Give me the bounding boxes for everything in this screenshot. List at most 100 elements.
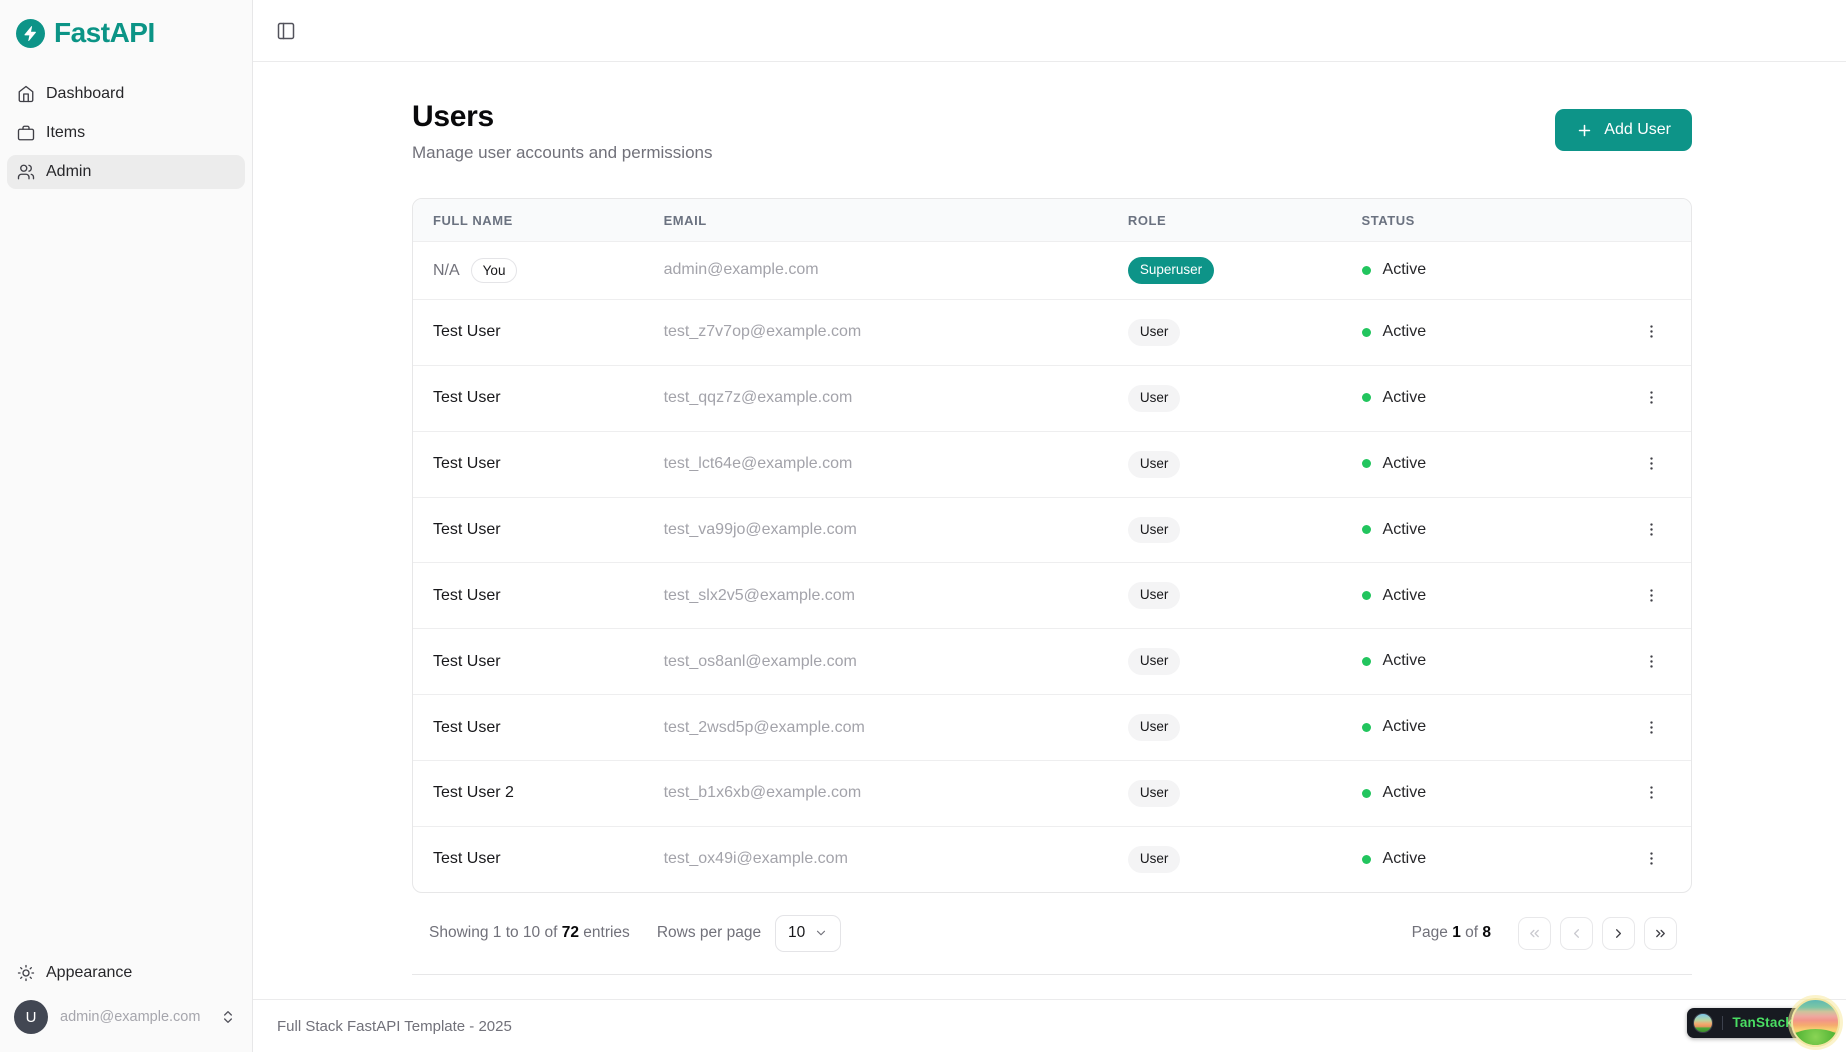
app-title: FastAPI xyxy=(54,17,155,49)
user-email-cell: test_qqz7z@example.com xyxy=(644,365,1108,431)
status-dot-icon xyxy=(1362,525,1371,534)
row-menu-button[interactable] xyxy=(1639,649,1664,674)
row-menu-button[interactable] xyxy=(1639,846,1664,871)
tanstack-label: TanStack xyxy=(1732,1015,1793,1030)
sidebar-item-items[interactable]: Items xyxy=(7,116,245,150)
chevron-left-icon xyxy=(1569,926,1584,941)
app-root: FastAPI Dashboard Items Admin Appearance xyxy=(0,0,1846,1052)
sidebar-item-dashboard[interactable]: Dashboard xyxy=(7,77,245,111)
row-menu-button[interactable] xyxy=(1639,385,1664,410)
dots-vertical-icon xyxy=(1643,521,1660,538)
table-row: Test Usertest_va99jo@example.comUserActi… xyxy=(413,497,1691,563)
you-badge: You xyxy=(471,258,518,284)
footer-text: Full Stack FastAPI Template - 2025 xyxy=(277,1018,512,1035)
chevrons-left-icon xyxy=(1527,926,1542,941)
user-name: Test User xyxy=(433,719,501,736)
role-badge: Superuser xyxy=(1128,257,1214,284)
divider xyxy=(1722,1016,1723,1030)
last-page-button[interactable] xyxy=(1644,917,1677,950)
row-menu-button[interactable] xyxy=(1639,583,1664,608)
appearance-toggle[interactable]: Appearance xyxy=(7,956,245,990)
row-menu-button[interactable] xyxy=(1639,451,1664,476)
showing-entries-text: Showing 1 to 10 of 72 entries xyxy=(429,924,630,942)
table-row: Test Usertest_2wsd5p@example.comUserActi… xyxy=(413,695,1691,761)
user-name: Test User xyxy=(433,850,501,867)
fastapi-logo-icon xyxy=(16,19,45,48)
dots-vertical-icon xyxy=(1643,784,1660,801)
table-row: Test User 2test_b1x6xb@example.comUserAc… xyxy=(413,761,1691,827)
row-menu-button[interactable] xyxy=(1639,780,1664,805)
previous-page-button[interactable] xyxy=(1560,917,1593,950)
tanstack-logo-button[interactable] xyxy=(1791,998,1840,1047)
next-page-button[interactable] xyxy=(1602,917,1635,950)
user-email-cell: test_lct64e@example.com xyxy=(644,431,1108,497)
dots-vertical-icon xyxy=(1643,455,1660,472)
table-header-row: Full Name Email Role Status xyxy=(413,199,1691,242)
tanstack-mini-logo-icon xyxy=(1693,1013,1713,1033)
add-user-button[interactable]: Add User xyxy=(1555,109,1692,151)
page-footer: Full Stack FastAPI Template - 2025 xyxy=(253,999,1846,1052)
user-email-cell: test_b1x6xb@example.com xyxy=(644,761,1108,827)
plus-icon xyxy=(1576,122,1593,139)
topbar xyxy=(253,0,1846,62)
appearance-label: Appearance xyxy=(46,964,132,982)
table-row: Test Usertest_lct64e@example.comUserActi… xyxy=(413,431,1691,497)
status-dot-icon xyxy=(1362,657,1371,666)
row-menu-button[interactable] xyxy=(1639,319,1664,344)
table-row: Test Usertest_qqz7z@example.comUserActiv… xyxy=(413,365,1691,431)
sidebar-toggle-button[interactable] xyxy=(272,17,300,45)
user-menu-trigger[interactable]: U admin@example.com xyxy=(7,990,245,1042)
chevron-right-icon xyxy=(1611,926,1626,941)
dots-vertical-icon xyxy=(1643,850,1660,867)
dots-vertical-icon xyxy=(1643,587,1660,604)
user-name: N/A xyxy=(433,262,460,279)
status-badge: Active xyxy=(1362,389,1427,407)
sidebar: FastAPI Dashboard Items Admin Appearance xyxy=(0,0,253,1052)
sidebar-item-label: Dashboard xyxy=(46,85,124,103)
status-dot-icon xyxy=(1362,328,1371,337)
row-menu-button[interactable] xyxy=(1639,517,1664,542)
pagination-bar: Showing 1 to 10 of 72 entries Rows per p… xyxy=(412,893,1692,975)
users-table-body: N/AYouadmin@example.comSuperuserActiveTe… xyxy=(413,242,1691,892)
status-badge: Active xyxy=(1362,521,1427,539)
user-email-cell: test_z7v7op@example.com xyxy=(644,299,1108,365)
sidebar-item-admin[interactable]: Admin xyxy=(7,155,245,189)
content: Users Manage user accounts and permissio… xyxy=(253,62,1846,999)
total-entries: 72 xyxy=(562,924,579,941)
role-badge: User xyxy=(1128,846,1181,873)
user-name: Test User xyxy=(433,323,501,340)
user-name: Test User xyxy=(433,587,501,604)
chevron-down-icon xyxy=(814,926,828,940)
user-name: Test User xyxy=(433,521,501,538)
table-row: N/AYouadmin@example.comSuperuserActive xyxy=(413,242,1691,300)
dots-vertical-icon xyxy=(1643,653,1660,670)
sidebar-nav: Dashboard Items Admin xyxy=(0,63,252,203)
tanstack-devtools: TanStack xyxy=(1687,998,1840,1047)
role-badge: User xyxy=(1128,451,1181,478)
chevrons-right-icon xyxy=(1653,926,1668,941)
sidebar-bottom: Appearance U admin@example.com xyxy=(0,950,252,1052)
rows-per-page-select[interactable]: 10 xyxy=(775,915,841,952)
status-dot-icon xyxy=(1362,393,1371,402)
rows-per-page-value: 10 xyxy=(788,924,805,942)
app-logo: FastAPI xyxy=(0,0,252,63)
briefcase-icon xyxy=(17,124,35,142)
page-total: 8 xyxy=(1482,924,1491,941)
first-page-button[interactable] xyxy=(1518,917,1551,950)
user-email-cell: test_va99jo@example.com xyxy=(644,497,1108,563)
user-name: Test User xyxy=(433,653,501,670)
row-menu-button[interactable] xyxy=(1639,715,1664,740)
panel-left-icon xyxy=(276,21,296,41)
page-title: Users xyxy=(412,100,713,134)
table-row: Test Usertest_slx2v5@example.comUserActi… xyxy=(413,563,1691,629)
dots-vertical-icon xyxy=(1643,323,1660,340)
status-badge: Active xyxy=(1362,652,1427,670)
table-row: Test Usertest_ox49i@example.comUserActiv… xyxy=(413,826,1691,891)
user-email-cell: test_2wsd5p@example.com xyxy=(644,695,1108,761)
status-dot-icon xyxy=(1362,591,1371,600)
users-table: Full Name Email Role Status N/AYouadmin@… xyxy=(413,199,1691,892)
user-name: Test User xyxy=(433,455,501,472)
main-area: Users Manage user accounts and permissio… xyxy=(253,0,1846,1052)
role-badge: User xyxy=(1128,385,1181,412)
status-badge: Active xyxy=(1362,850,1427,868)
